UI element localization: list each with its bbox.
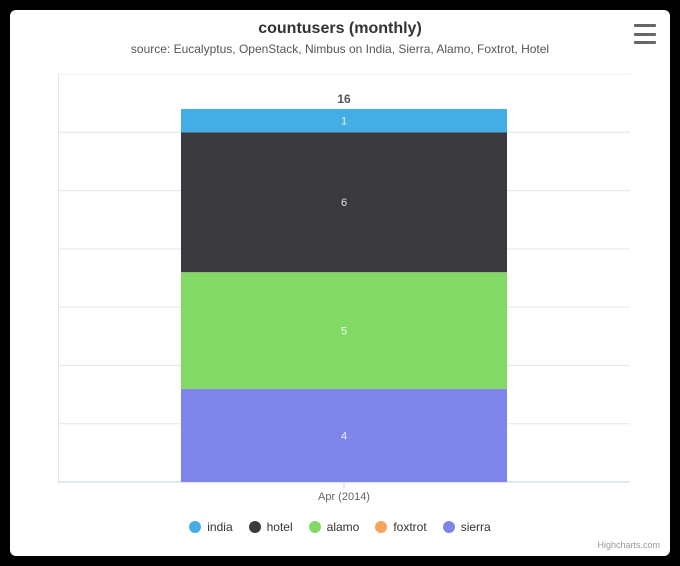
legend-swatch-icon bbox=[249, 521, 261, 533]
legend-swatch-icon bbox=[443, 521, 455, 533]
legend-swatch-icon bbox=[189, 521, 201, 533]
legend-item-sierra[interactable]: sierra bbox=[443, 520, 491, 534]
legend-item-hotel[interactable]: hotel bbox=[249, 520, 293, 534]
bar-segment-label-alamo: 5 bbox=[341, 325, 347, 337]
legend-label: foxtrot bbox=[393, 520, 426, 534]
legend-item-foxtrot[interactable]: foxtrot bbox=[375, 520, 426, 534]
legend: india hotel alamo foxtrot sierra bbox=[10, 520, 670, 536]
legend-item-india[interactable]: india bbox=[189, 520, 232, 534]
legend-label: sierra bbox=[461, 520, 491, 534]
chart-title: countusers (monthly) bbox=[10, 20, 670, 38]
credit-link[interactable]: Highcharts.com bbox=[597, 540, 660, 550]
plot-area: 02.557.51012.51517.54056116Apr (2014) bbox=[58, 74, 630, 482]
legend-item-alamo[interactable]: alamo bbox=[309, 520, 360, 534]
legend-swatch-icon bbox=[309, 521, 321, 533]
legend-label: hotel bbox=[267, 520, 293, 534]
chart-subtitle: source: Eucalyptus, OpenStack, Nimbus on… bbox=[10, 42, 670, 56]
bar-total-label: 16 bbox=[337, 92, 351, 106]
legend-swatch-icon bbox=[375, 521, 387, 533]
bar-segment-label-india: 1 bbox=[341, 116, 347, 128]
bar-segment-label-sierra: 4 bbox=[341, 430, 347, 442]
bar-segment-label-hotel: 6 bbox=[341, 197, 347, 209]
outer-frame: countusers (monthly) source: Eucalyptus,… bbox=[0, 0, 680, 566]
legend-label: alamo bbox=[327, 520, 360, 534]
chart-panel: countusers (monthly) source: Eucalyptus,… bbox=[10, 10, 670, 556]
hamburger-menu-icon[interactable] bbox=[634, 22, 656, 46]
chart-svg: 02.557.51012.51517.54056116Apr (2014) bbox=[58, 74, 630, 504]
x-category-label: Apr (2014) bbox=[318, 491, 370, 503]
legend-label: india bbox=[207, 520, 232, 534]
